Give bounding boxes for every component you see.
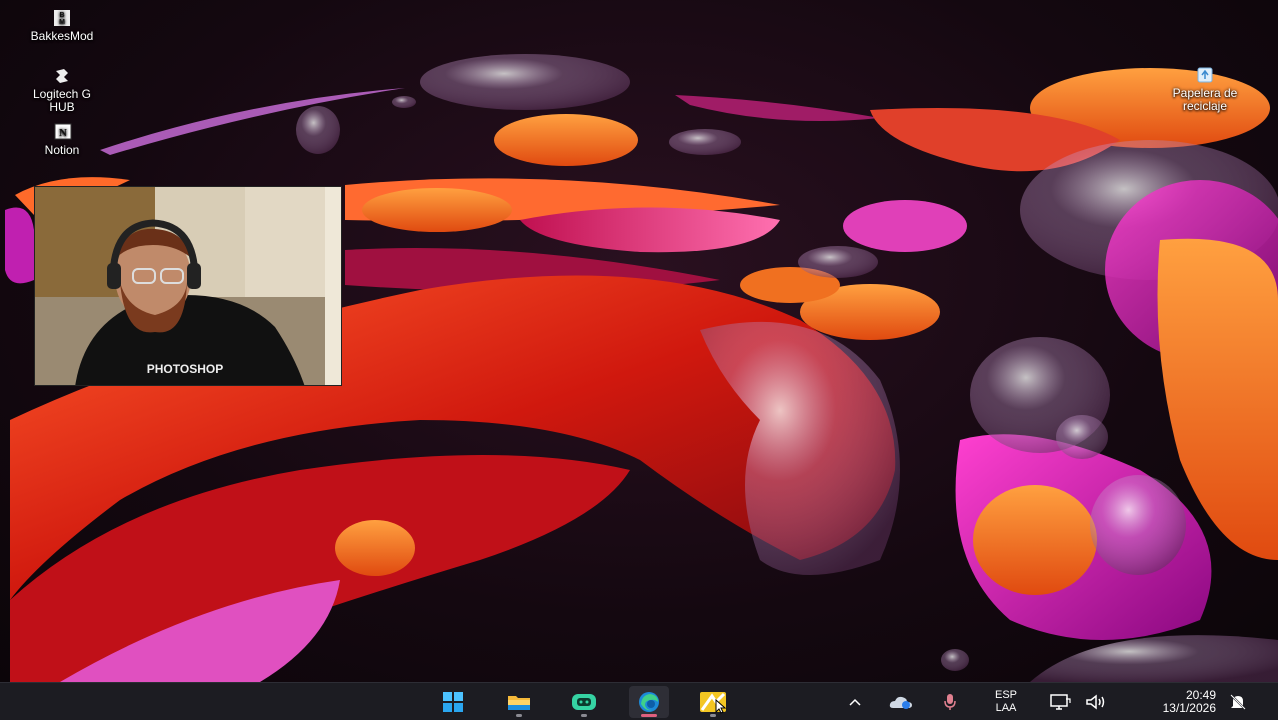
webcam-overlay: PHOTOSHOP	[34, 186, 342, 386]
running-indicator	[516, 714, 522, 717]
taskbar-file-explorer-button[interactable]	[499, 686, 539, 718]
running-indicator	[710, 714, 716, 717]
desktop-icon-recycle-bin[interactable]: Papelera de reciclaje	[1162, 65, 1248, 113]
volume-tray-button[interactable]	[1082, 683, 1110, 720]
keyboard-layout: LAA	[995, 702, 1017, 714]
onedrive-tray-button[interactable]	[886, 683, 916, 720]
bakkesmod-icon: BM	[49, 8, 75, 28]
recycle-bin-icon	[1192, 65, 1218, 85]
microphone-icon	[944, 694, 956, 710]
svg-text:M: M	[59, 19, 65, 26]
notification-bell-icon	[1230, 694, 1246, 710]
clock-date: 13/1/2026	[1162, 701, 1216, 715]
clock[interactable]: 20:49 13/1/2026	[1130, 683, 1216, 720]
windows-start-icon	[443, 692, 463, 712]
desktop-icon-label: Notion	[44, 143, 80, 157]
language-code: ESP	[994, 689, 1017, 701]
desktop-icon-notion[interactable]: N Notion	[19, 122, 105, 157]
speaker-icon	[1086, 694, 1105, 710]
taskbar-green-app-button[interactable]	[564, 686, 604, 718]
yellow-app-icon	[700, 692, 727, 714]
network-monitor-icon	[1050, 694, 1071, 710]
network-tray-button[interactable]	[1046, 683, 1074, 720]
desktop-icon-bakkesmod[interactable]: BM BakkesMod	[19, 8, 105, 43]
taskbar-edge-button[interactable]	[629, 686, 669, 718]
notifications-button[interactable]	[1224, 683, 1252, 720]
running-indicator	[581, 714, 587, 717]
notion-icon: N	[49, 122, 75, 142]
svg-text:N: N	[59, 127, 67, 139]
green-app-icon	[572, 694, 596, 710]
svg-text:B: B	[59, 12, 64, 19]
folder-icon	[508, 696, 530, 710]
show-hidden-icons-button[interactable]	[842, 683, 868, 720]
desktop: BM BakkesMod Logitech G HUB N Notion Pap…	[0, 0, 1278, 682]
desktop-icon-label: Logitech G HUB	[32, 87, 92, 114]
onedrive-cloud-icon	[889, 696, 912, 709]
microphone-tray-button[interactable]	[938, 683, 962, 720]
desktop-icon-label: Papelera de reciclaje	[1172, 86, 1238, 113]
logitech-icon	[49, 66, 75, 86]
language-indicator[interactable]: ESP LAA	[984, 683, 1028, 720]
taskbar-start-button[interactable]	[433, 686, 473, 718]
edge-icon	[639, 692, 659, 712]
taskbar-yellow-app-button[interactable]	[693, 686, 733, 718]
active-indicator	[641, 714, 657, 717]
shirt-text: PHOTOSHOP	[147, 362, 223, 376]
chevron-up-icon	[849, 698, 861, 706]
taskbar: ESP LAA 20:49 13/1/2026	[0, 682, 1278, 720]
webcam-feed-image: PHOTOSHOP	[35, 187, 341, 385]
desktop-icon-logitech-g-hub[interactable]: Logitech G HUB	[19, 66, 105, 114]
desktop-icon-label: BakkesMod	[30, 29, 94, 43]
